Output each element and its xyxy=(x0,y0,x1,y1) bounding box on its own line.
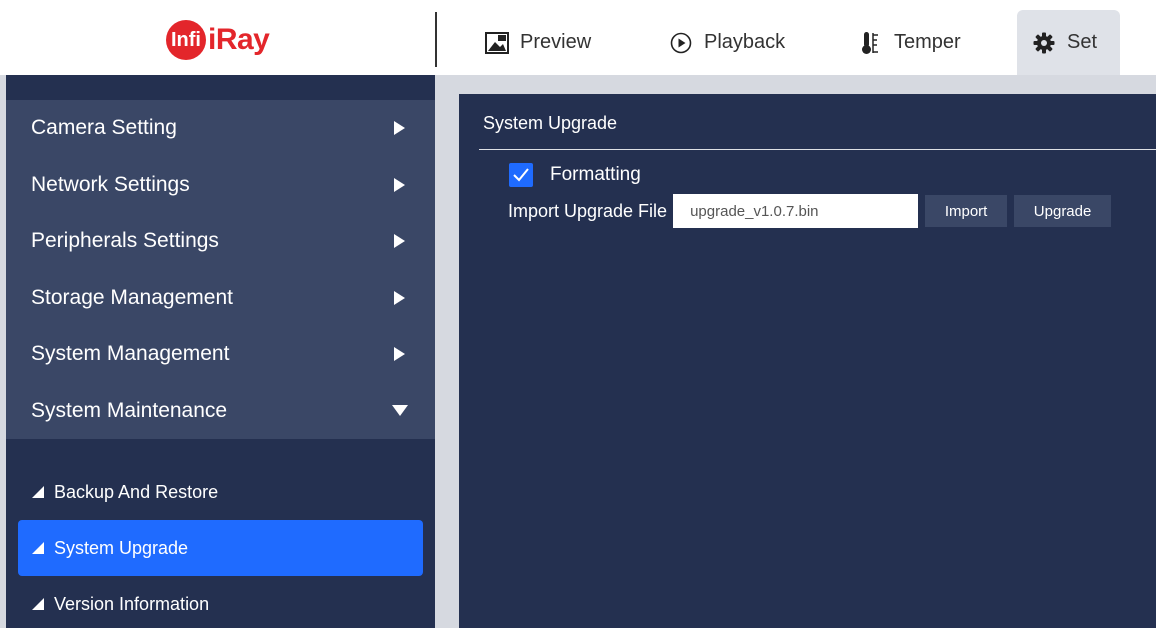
formatting-row: Formatting xyxy=(509,160,641,190)
title-divider xyxy=(479,149,1156,150)
tab-playback-label: Playback xyxy=(704,31,786,53)
tab-set[interactable]: Set xyxy=(1017,10,1120,75)
sidebar-item-system-maintenance[interactable]: System Maintenance xyxy=(6,383,435,440)
subitem-backup-and-restore[interactable]: Backup And Restore xyxy=(18,464,423,520)
sidebar-item-network-settings[interactable]: Network Settings xyxy=(6,157,435,214)
play-circle-icon xyxy=(668,30,694,56)
sidebar-item-label: Storage Management xyxy=(31,285,233,309)
sidebar-item-camera-setting[interactable]: Camera Setting xyxy=(6,100,435,157)
sidebar-item-label: Camera Setting xyxy=(31,116,177,140)
triangle-icon xyxy=(32,486,44,498)
submenu-system-maintenance: Backup And Restore System Upgrade Versio… xyxy=(6,439,435,628)
sidebar-item-peripherals-settings[interactable]: Peripherals Settings xyxy=(6,213,435,270)
header-divider xyxy=(435,12,437,67)
sidebar-menu: Camera Setting Network Settings Peripher… xyxy=(6,100,435,439)
chevron-down-icon xyxy=(392,405,408,417)
sidebar-item-system-management[interactable]: System Management xyxy=(6,326,435,383)
gear-icon xyxy=(1031,30,1057,56)
sidebar-top-strip xyxy=(6,75,435,100)
subitem-label: Version Information xyxy=(54,593,210,614)
tab-preview-label: Preview xyxy=(520,31,592,53)
tab-temper-label: Temper xyxy=(894,31,961,53)
tab-temper[interactable]: Temper xyxy=(844,10,975,75)
logo-badge: Infi xyxy=(166,20,206,60)
triangle-icon xyxy=(32,598,44,610)
triangle-icon xyxy=(32,542,44,554)
sidebar: Camera Setting Network Settings Peripher… xyxy=(6,75,435,628)
chevron-right-icon xyxy=(394,177,405,192)
sidebar-item-storage-management[interactable]: Storage Management xyxy=(6,270,435,327)
sidebar-item-label: System Maintenance xyxy=(31,398,228,422)
chevron-right-icon xyxy=(394,347,405,362)
main-panel: System Upgrade Formatting Import Upgrade… xyxy=(459,94,1156,628)
chevron-right-icon xyxy=(394,121,405,136)
subitem-version-information[interactable]: Version Information xyxy=(18,576,423,628)
tab-playback[interactable]: Playback xyxy=(654,10,799,75)
subitem-system-upgrade[interactable]: System Upgrade xyxy=(18,520,423,576)
formatting-checkbox[interactable] xyxy=(509,163,533,187)
upgrade-file-input[interactable] xyxy=(673,194,919,228)
image-icon xyxy=(484,30,510,56)
checkmark-icon xyxy=(513,168,529,182)
sidebar-item-label: System Management xyxy=(31,342,230,366)
logo-text: iRay xyxy=(208,23,270,56)
upgrade-button[interactable]: Upgrade xyxy=(1014,195,1112,227)
top-bar: Infi iRay Preview Playback Temper Set xyxy=(0,0,1156,75)
upgrade-file-label: Import Upgrade File xyxy=(508,200,668,221)
tab-preview[interactable]: Preview xyxy=(470,10,605,75)
sidebar-item-label: Network Settings xyxy=(31,172,190,196)
thermometer-icon xyxy=(858,30,884,56)
sidebar-item-label: Peripherals Settings xyxy=(31,229,219,253)
formatting-label: Formatting xyxy=(550,164,641,185)
import-button[interactable]: Import xyxy=(925,195,1008,227)
page-title: System Upgrade xyxy=(483,113,618,133)
app-root: Infi iRay Preview Playback Temper Set Ca… xyxy=(0,0,1156,628)
tab-set-label: Set xyxy=(1067,31,1098,53)
chevron-right-icon xyxy=(394,234,405,249)
chevron-right-icon xyxy=(394,290,405,305)
subitem-label: System Upgrade xyxy=(54,537,189,558)
upgrade-file-row: Import Upgrade File Import Upgrade xyxy=(508,194,1112,228)
infiray-logo: Infi iRay xyxy=(166,20,270,60)
subitem-label: Backup And Restore xyxy=(54,481,219,502)
